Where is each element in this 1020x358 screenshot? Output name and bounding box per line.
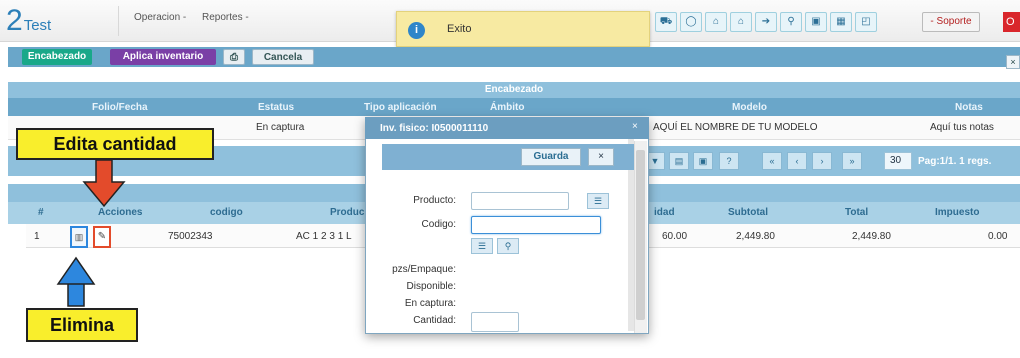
codigo-input[interactable] (471, 216, 601, 234)
blue-arrow (67, 281, 85, 307)
label-cantidad: Cantidad: (413, 315, 456, 326)
label-disponible: Disponible: (406, 281, 456, 292)
list-icon[interactable]: ☰ (587, 193, 609, 209)
label-codigo: Codigo: (421, 219, 456, 230)
modal-title: Inv. fisico: I0500011110 (380, 123, 489, 134)
cantidad-input[interactable] (471, 312, 519, 332)
label-pzs-empaque: pzs/Empaque: (392, 264, 456, 275)
search-icon[interactable]: ⚲ (497, 238, 519, 254)
list-icon[interactable]: ☰ (471, 238, 493, 254)
red-arrow (82, 159, 126, 208)
label-producto: Producto: (413, 195, 456, 206)
callout-elimina: Elimina (26, 308, 138, 342)
scrollbar-thumb[interactable] (636, 150, 645, 320)
callout-edita: Edita cantidad (16, 128, 214, 160)
label-en-captura: En captura: (404, 298, 456, 309)
guarda-button[interactable]: Guarda (521, 148, 581, 166)
modal-close-icon[interactable]: × (632, 121, 638, 132)
modal-cancel-button[interactable]: × (588, 148, 614, 166)
app-root: 2Test Operacion - Reportes - ⛟ ◯ ⌂ ⌂ ➔ ⚲… (0, 0, 1020, 358)
producto-input[interactable] (471, 192, 569, 210)
blue-arrow-head (56, 256, 96, 285)
